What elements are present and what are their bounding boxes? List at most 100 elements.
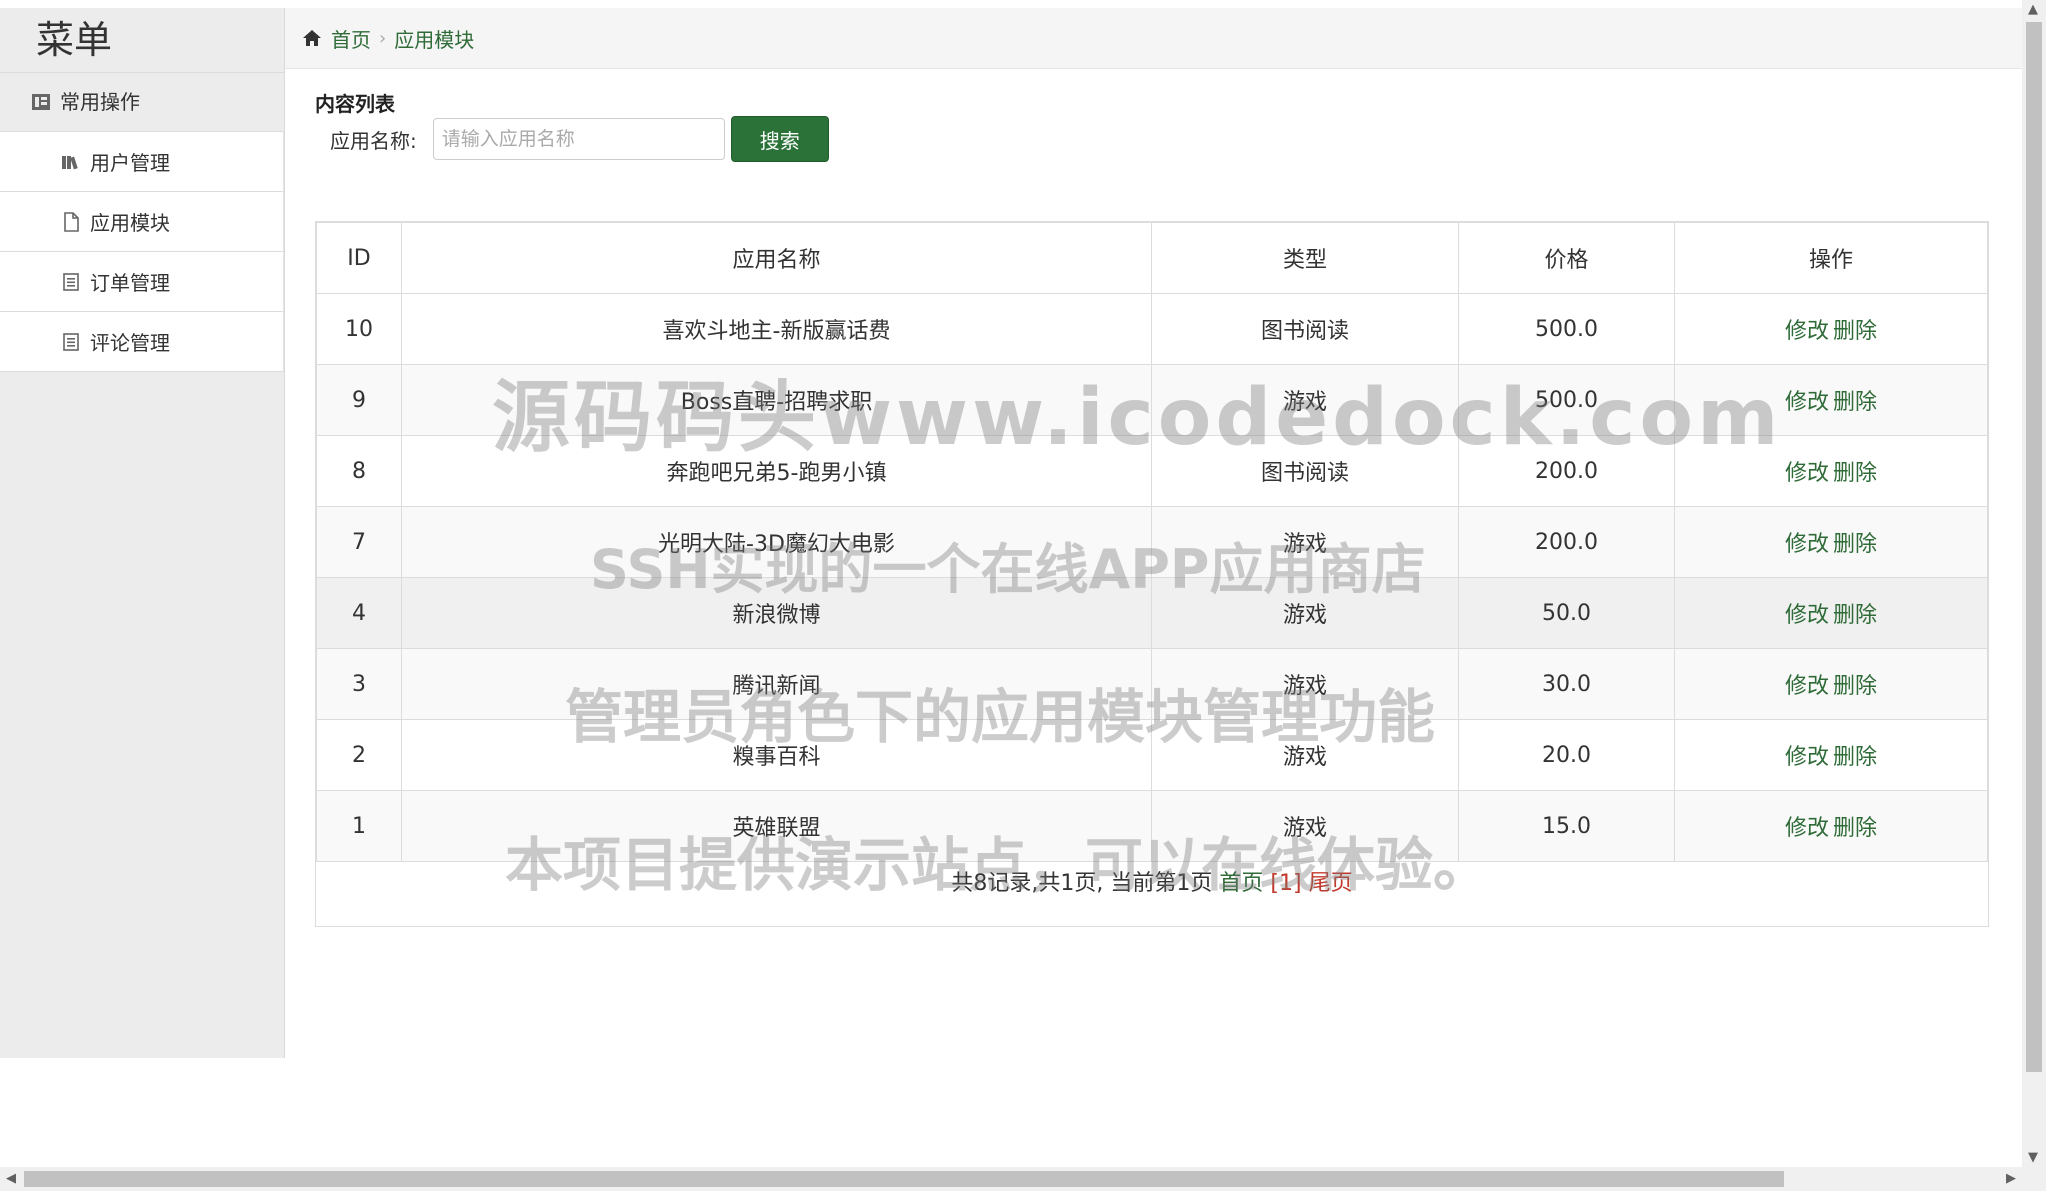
table-row: 10 喜欢斗地主-新版赢话费 图书阅读 500.0 修改 删除 bbox=[316, 293, 1988, 365]
header-type: 类型 bbox=[1151, 222, 1459, 294]
sidebar: 菜单 常用操作 用户管理应用模块订单管理评论管理 bbox=[0, 8, 285, 1058]
cell-type: 游戏 bbox=[1151, 364, 1459, 436]
cell-price: 500.0 bbox=[1458, 293, 1675, 365]
main-content: 首页 › 应用模块 内容列表 应用名称: 搜索 ID 应用名称 类型 价格 操作… bbox=[285, 8, 2022, 928]
table-row: 1 英雄联盟 游戏 15.0 修改 删除 bbox=[316, 790, 1988, 862]
cell-name: 糗事百科 bbox=[401, 719, 1152, 791]
cell-actions: 修改 删除 bbox=[1674, 648, 1988, 720]
delete-link[interactable]: 删除 bbox=[1833, 603, 1877, 628]
delete-link[interactable]: 删除 bbox=[1833, 390, 1877, 415]
section-title: 内容列表 bbox=[315, 92, 395, 116]
table-row: 7 光明大陆-3D魔幻大电影 游戏 200.0 修改 删除 bbox=[316, 506, 1988, 578]
header-name: 应用名称 bbox=[401, 222, 1152, 294]
breadcrumb-separator: › bbox=[379, 27, 387, 49]
header-actions: 操作 bbox=[1674, 222, 1988, 294]
pager: 共8记录,共1页, 当前第1页 首页 [1] 尾页 bbox=[316, 865, 1988, 897]
cell-name: 光明大陆-3D魔幻大电影 bbox=[401, 506, 1152, 578]
cell-name: Boss直聘-招聘求职 bbox=[401, 364, 1152, 436]
cell-actions: 修改 删除 bbox=[1674, 435, 1988, 507]
sidebar-item-label: 应用模块 bbox=[90, 211, 170, 235]
cell-id: 4 bbox=[316, 577, 402, 649]
cell-id: 2 bbox=[316, 719, 402, 791]
delete-link[interactable]: 删除 bbox=[1833, 674, 1877, 699]
cell-id: 8 bbox=[316, 435, 402, 507]
cell-name: 腾讯新闻 bbox=[401, 648, 1152, 720]
cell-actions: 修改 删除 bbox=[1674, 293, 1988, 365]
cell-type: 游戏 bbox=[1151, 506, 1459, 578]
app-table: ID 应用名称 类型 价格 操作 10 喜欢斗地主-新版赢话费 图书阅读 500.0 修… bbox=[316, 222, 1988, 862]
header-price: 价格 bbox=[1458, 222, 1675, 294]
delete-link[interactable]: 删除 bbox=[1833, 319, 1877, 344]
menu-group-common[interactable]: 常用操作 bbox=[0, 72, 284, 131]
sidebar-item-2[interactable]: 订单管理 bbox=[0, 252, 284, 312]
header-id: ID bbox=[316, 222, 402, 294]
delete-link[interactable]: 删除 bbox=[1833, 816, 1877, 841]
cell-type: 游戏 bbox=[1151, 648, 1459, 720]
search-input[interactable] bbox=[432, 118, 725, 160]
cell-id: 1 bbox=[316, 790, 402, 862]
breadcrumb-home[interactable]: 首页 bbox=[331, 24, 371, 53]
cell-price: 20.0 bbox=[1458, 719, 1675, 791]
books-icon bbox=[60, 151, 82, 173]
scroll-right-icon[interactable]: ▶ bbox=[2006, 1171, 2016, 1186]
delete-link[interactable]: 删除 bbox=[1833, 745, 1877, 770]
edit-link[interactable]: 修改 bbox=[1785, 461, 1829, 486]
cell-price: 50.0 bbox=[1458, 577, 1675, 649]
table-row: 3 腾讯新闻 游戏 30.0 修改 删除 bbox=[316, 648, 1988, 720]
menu-title: 菜单 bbox=[0, 8, 284, 72]
list-icon bbox=[60, 271, 82, 293]
cell-type: 图书阅读 bbox=[1151, 293, 1459, 365]
scroll-left-icon[interactable]: ◀ bbox=[6, 1171, 16, 1186]
edit-link[interactable]: 修改 bbox=[1785, 390, 1829, 415]
vertical-scrollbar[interactable]: ▲ ▼ bbox=[2022, 0, 2046, 1191]
home-icon[interactable] bbox=[301, 27, 323, 49]
edit-link[interactable]: 修改 bbox=[1785, 319, 1829, 344]
cell-type: 游戏 bbox=[1151, 577, 1459, 649]
horizontal-scrollbar[interactable]: ◀ ▶ bbox=[0, 1167, 2022, 1191]
sidebar-item-0[interactable]: 用户管理 bbox=[0, 131, 284, 192]
edit-link[interactable]: 修改 bbox=[1785, 603, 1829, 628]
search-button[interactable]: 搜索 bbox=[730, 116, 829, 162]
content-panel: ID 应用名称 类型 价格 操作 10 喜欢斗地主-新版赢话费 图书阅读 500.0 修… bbox=[315, 221, 1989, 927]
cell-name: 新浪微博 bbox=[401, 577, 1152, 649]
cell-price: 30.0 bbox=[1458, 648, 1675, 720]
delete-link[interactable]: 删除 bbox=[1833, 532, 1877, 557]
delete-link[interactable]: 删除 bbox=[1833, 461, 1877, 486]
list-icon bbox=[60, 331, 82, 353]
edit-link[interactable]: 修改 bbox=[1785, 745, 1829, 770]
cell-actions: 修改 删除 bbox=[1674, 364, 1988, 436]
pager-summary: 共8记录,共1页, 当前第1页 bbox=[951, 871, 1213, 896]
cell-id: 9 bbox=[316, 364, 402, 436]
pager-first[interactable]: 首页 bbox=[1219, 871, 1263, 896]
scroll-up-icon[interactable]: ▲ bbox=[2028, 2, 2038, 17]
edit-link[interactable]: 修改 bbox=[1785, 532, 1829, 557]
cell-actions: 修改 删除 bbox=[1674, 790, 1988, 862]
scroll-down-icon[interactable]: ▼ bbox=[2028, 1150, 2038, 1165]
file-icon bbox=[60, 211, 82, 233]
horizontal-scroll-thumb[interactable] bbox=[24, 1171, 1784, 1187]
cell-price: 200.0 bbox=[1458, 435, 1675, 507]
breadcrumb-current[interactable]: 应用模块 bbox=[394, 24, 474, 53]
cell-price: 15.0 bbox=[1458, 790, 1675, 862]
cell-actions: 修改 删除 bbox=[1674, 719, 1988, 791]
search-label: 应用名称: bbox=[330, 128, 417, 153]
cell-type: 图书阅读 bbox=[1151, 435, 1459, 507]
cell-price: 200.0 bbox=[1458, 506, 1675, 578]
cell-name: 英雄联盟 bbox=[401, 790, 1152, 862]
cell-type: 游戏 bbox=[1151, 790, 1459, 862]
sidebar-item-label: 评论管理 bbox=[90, 331, 170, 355]
search-row: 应用名称: 搜索 bbox=[330, 116, 829, 162]
edit-link[interactable]: 修改 bbox=[1785, 674, 1829, 699]
sidebar-item-label: 用户管理 bbox=[90, 151, 170, 175]
vertical-scroll-thumb[interactable] bbox=[2026, 22, 2042, 1072]
table-row: 2 糗事百科 游戏 20.0 修改 删除 bbox=[316, 719, 1988, 791]
table-row: 4 新浪微博 游戏 50.0 修改 删除 bbox=[316, 577, 1988, 649]
sidebar-item-1[interactable]: 应用模块 bbox=[0, 192, 284, 252]
edit-link[interactable]: 修改 bbox=[1785, 816, 1829, 841]
cell-actions: 修改 删除 bbox=[1674, 506, 1988, 578]
pager-last[interactable]: 尾页 bbox=[1309, 871, 1353, 896]
cell-name: 喜欢斗地主-新版赢话费 bbox=[401, 293, 1152, 365]
pager-current[interactable]: [1] bbox=[1270, 871, 1301, 896]
sidebar-item-3[interactable]: 评论管理 bbox=[0, 312, 284, 372]
cell-price: 500.0 bbox=[1458, 364, 1675, 436]
